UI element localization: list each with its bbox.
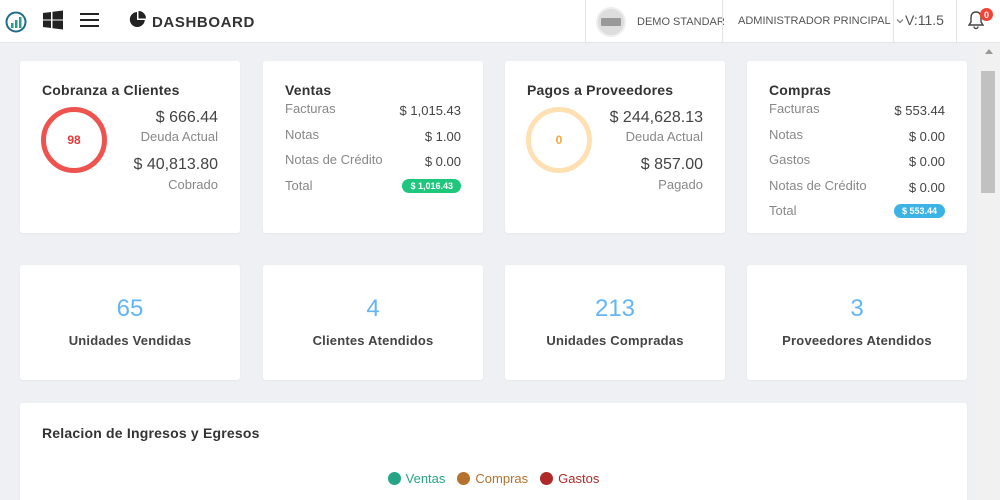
stat-label: Clientes Atendidos <box>312 333 434 348</box>
legend-item-gastos[interactable]: Gastos <box>540 471 599 486</box>
total-badge: $ 553.44 <box>893 204 945 218</box>
notifications-button[interactable]: 0 <box>967 8 993 35</box>
legend-dot <box>387 472 401 485</box>
pie-chart-icon <box>129 11 146 33</box>
stat-label: Unidades Compradas <box>546 333 684 348</box>
stat-label: Unidades Vendidas <box>68 333 192 348</box>
list-item: Gastos $ 0.00 <box>769 152 945 178</box>
card-title: Cobranza a Clientes <box>42 82 180 98</box>
page-title-text: DASHBOARD <box>152 13 255 31</box>
row-label: Facturas <box>769 101 820 116</box>
chevron-down-icon <box>896 15 904 27</box>
row-value: $ 0.00 <box>908 128 945 144</box>
deuda-label: Deuda Actual <box>140 129 218 144</box>
list-item: Notas de Crédito $ 0.00 <box>285 152 461 178</box>
stat-card-unidades-vendidas: 65 Unidades Vendidas <box>20 265 240 380</box>
pagos-card: Pagos a Proveedores 0 $ 244,628.13 Deuda… <box>505 61 725 233</box>
scrollbar-thumb[interactable] <box>981 71 995 193</box>
stat-number: 4 <box>366 295 380 322</box>
version-label: V:11.5 <box>905 12 944 28</box>
page-title[interactable]: DASHBOARD <box>129 11 255 33</box>
top-bar: DASHBOARD DEMO STANDAR ADMINISTRADOR PRI… <box>0 0 1000 43</box>
pagado-amount: $ 857.00 <box>640 156 703 173</box>
ventas-card: Ventas Facturas $ 1,015.43 Notas $ 1.00 … <box>263 61 483 233</box>
total-row: Total $ 1,016.43 <box>285 178 461 204</box>
ventas-rows: Facturas $ 1,015.43 Notas $ 1.00 Notas d… <box>285 101 461 203</box>
divider <box>585 0 586 43</box>
stat-label: Proveedores Atendidos <box>782 333 932 348</box>
total-badge: $ 1,016.43 <box>402 178 461 193</box>
user-menu[interactable]: ADMINISTRADOR PRINCIPAL <box>738 15 904 27</box>
vertical-scrollbar[interactable] <box>977 43 1000 500</box>
pagado-label: Pagado <box>658 177 703 192</box>
list-item: Notas $ 0.00 <box>769 127 945 153</box>
list-item: Notas $ 1.00 <box>285 127 461 153</box>
cobrado-label: Cobrado <box>168 177 218 192</box>
compras-card: Compras Facturas $ 553.44 Notas $ 0.00 G… <box>747 61 967 233</box>
scroll-up-icon[interactable] <box>985 49 993 54</box>
card-title: Ventas <box>285 82 332 98</box>
list-item: Facturas $ 1,015.43 <box>285 101 461 127</box>
cobranza-progress-ring: 98 <box>41 107 107 173</box>
row-value: $ 0.00 <box>908 179 945 195</box>
pagos-progress-ring: 0 <box>526 107 592 173</box>
legend-item-compras[interactable]: Compras <box>457 471 528 486</box>
company-name: DEMO STANDAR <box>637 16 725 28</box>
card-title: Relacion de Ingresos y Egresos <box>42 425 260 441</box>
row-value: $ 1,015.43 <box>399 103 461 118</box>
cobrado-amount: $ 40,813.80 <box>133 156 218 173</box>
legend-label: Gastos <box>558 471 600 486</box>
divider <box>956 0 957 43</box>
hamburger-menu-icon[interactable] <box>80 11 100 34</box>
company-avatar <box>596 7 626 37</box>
card-title: Compras <box>769 82 832 98</box>
divider <box>722 0 723 43</box>
deuda-label: Deuda Actual <box>625 129 703 144</box>
notification-count-badge: 0 <box>980 8 993 21</box>
deuda-amount: $ 666.44 <box>155 109 218 126</box>
chart-legend: Ventas Compras Gastos <box>20 471 967 486</box>
total-label: Total <box>285 177 313 193</box>
row-value: $ 553.44 <box>894 103 945 118</box>
row-label: Notas de Crédito <box>285 152 383 167</box>
row-label: Gastos <box>769 152 811 167</box>
deuda-amount: $ 244,628.13 <box>609 109 703 126</box>
windows-icon[interactable] <box>43 10 63 35</box>
stat-number: 3 <box>850 295 864 322</box>
legend-label: Ventas <box>405 471 446 486</box>
total-row: Total $ 553.44 <box>769 203 945 229</box>
relacion-card: Relacion de Ingresos y Egresos Ventas Co… <box>20 403 967 500</box>
row-label: Notas <box>285 126 319 142</box>
compras-rows: Facturas $ 553.44 Notas $ 0.00 Gastos $ … <box>769 101 945 229</box>
company-selector[interactable]: DEMO STANDAR <box>596 7 725 37</box>
row-label: Notas <box>769 126 803 142</box>
legend-dot <box>457 472 471 485</box>
app-logo-icon[interactable] <box>5 11 27 38</box>
row-value: $ 0.00 <box>424 154 461 169</box>
list-item: Notas de Crédito $ 0.00 <box>769 178 945 204</box>
legend-item-ventas[interactable]: Ventas <box>387 471 446 486</box>
stat-number: 213 <box>594 295 636 322</box>
legend-dot <box>540 472 554 485</box>
row-value: $ 0.00 <box>908 154 945 169</box>
card-title: Pagos a Proveedores <box>527 82 674 98</box>
progress-percent: 98 <box>67 133 81 147</box>
legend-label: Compras <box>475 471 529 486</box>
list-item: Facturas $ 553.44 <box>769 101 945 127</box>
stat-card-clientes-atendidos: 4 Clientes Atendidos <box>263 265 483 380</box>
stat-card-unidades-compradas: 213 Unidades Compradas <box>505 265 725 380</box>
stat-card-proveedores-atendidos: 3 Proveedores Atendidos <box>747 265 967 380</box>
divider <box>893 0 894 43</box>
progress-percent: 0 <box>555 133 563 147</box>
row-value: $ 1.00 <box>424 128 461 144</box>
row-label: Notas de Crédito <box>769 177 867 193</box>
user-name: ADMINISTRADOR PRINCIPAL <box>738 15 891 27</box>
total-label: Total <box>769 203 797 218</box>
cobranza-card: Cobranza a Clientes 98 $ 666.44 Deuda Ac… <box>20 61 240 233</box>
stat-number: 65 <box>116 295 144 322</box>
row-label: Facturas <box>285 101 336 116</box>
